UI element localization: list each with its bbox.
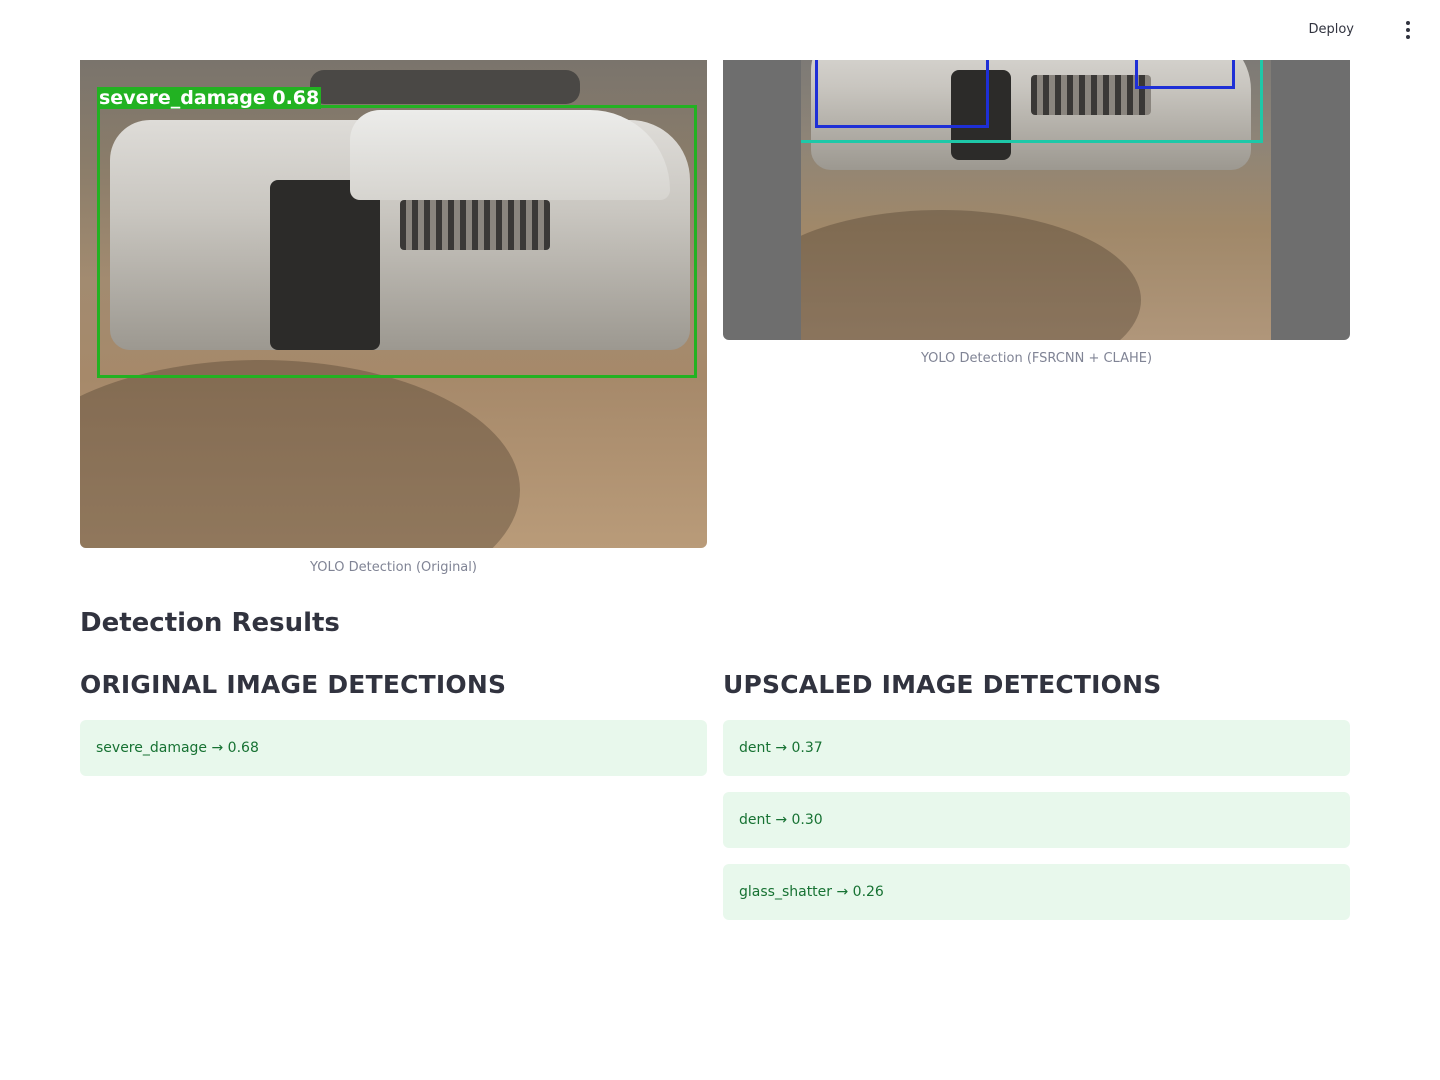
detection-alert: dent → 0.30 [723,792,1350,848]
severe-damage-box-label: severe_damage 0.68 [97,87,322,109]
upscaled-detections-list: dent → 0.37 dent → 0.30 glass_shatter → … [723,720,1350,936]
upscaled-image-caption: YOLO Detection (FSRCNN + CLAHE) [920,351,1153,366]
upscaled-detection-image [723,60,1350,340]
original-image-caption: YOLO Detection (Original) [310,560,477,575]
original-detection-image: severe_damage 0.68 [80,60,707,548]
glass-shatter-bounding-box [801,60,1263,143]
detection-alert: dent → 0.37 [723,720,1350,776]
detection-results-title: Detection Results [80,608,340,638]
detection-alert: severe_damage → 0.68 [80,720,707,776]
original-detections-heading: ORIGINAL IMAGE DETECTIONS [80,670,507,699]
upscaled-detections-heading: UPSCALED IMAGE DETECTIONS [723,670,1162,699]
app-header: Deploy [0,0,1440,60]
more-vert-icon[interactable] [1396,18,1420,42]
detection-alert: glass_shatter → 0.26 [723,864,1350,920]
original-detections-list: severe_damage → 0.68 [80,720,707,792]
severe-damage-bounding-box [97,105,697,378]
upscaled-photo [801,60,1271,340]
deploy-button[interactable]: Deploy [1308,18,1354,42]
